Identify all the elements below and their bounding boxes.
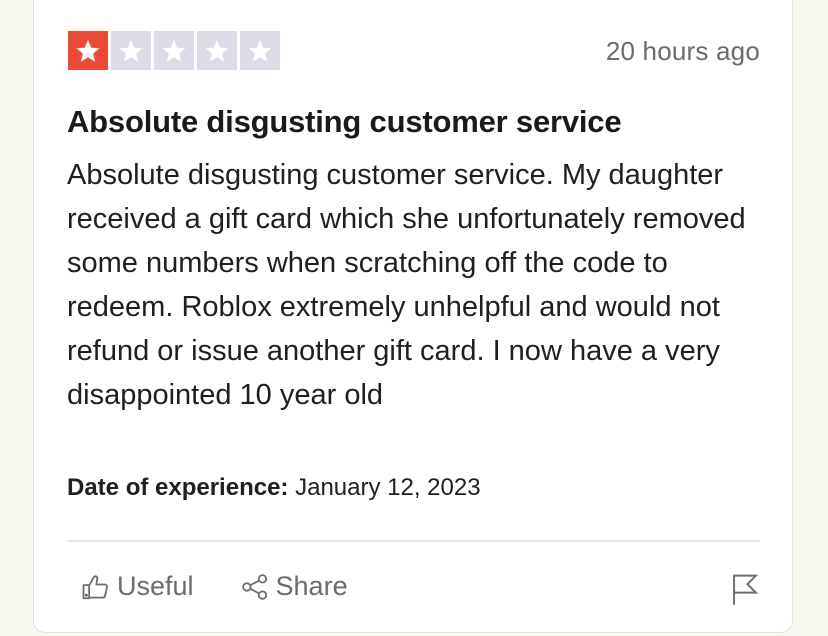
useful-label: Useful <box>117 571 194 601</box>
star-2-empty <box>111 31 151 70</box>
star-rating <box>68 31 280 70</box>
review-title: Absolute disgusting customer service <box>67 104 622 139</box>
star-3-empty <box>154 31 194 70</box>
date-of-experience-label: Date of experience: <box>67 474 289 501</box>
date-of-experience-value: January 12, 2023 <box>295 474 481 501</box>
star-1-filled <box>68 31 108 70</box>
share-button[interactable]: Share <box>240 571 348 602</box>
review-timestamp: 20 hours ago <box>605 36 760 66</box>
star-icon <box>76 39 100 62</box>
flag-icon[interactable] <box>730 572 760 606</box>
share-icon <box>241 573 267 600</box>
useful-button[interactable]: Useful <box>81 571 194 602</box>
share-label: Share <box>275 571 348 601</box>
star-icon <box>162 39 186 62</box>
star-icon <box>119 39 143 62</box>
review-actions: Useful Share <box>81 571 348 602</box>
divider <box>67 540 760 542</box>
star-4-empty <box>197 31 237 70</box>
thumbs-up-icon <box>82 574 108 599</box>
review-body: Absolute disgusting customer service. My… <box>67 159 746 411</box>
star-5-empty <box>240 31 280 70</box>
star-icon <box>205 39 229 62</box>
date-of-experience: Date of experience: January 12, 2023 <box>67 474 481 502</box>
review-card: 20 hours ago Absolute disgusting custome… <box>33 0 793 633</box>
star-icon <box>248 39 272 62</box>
